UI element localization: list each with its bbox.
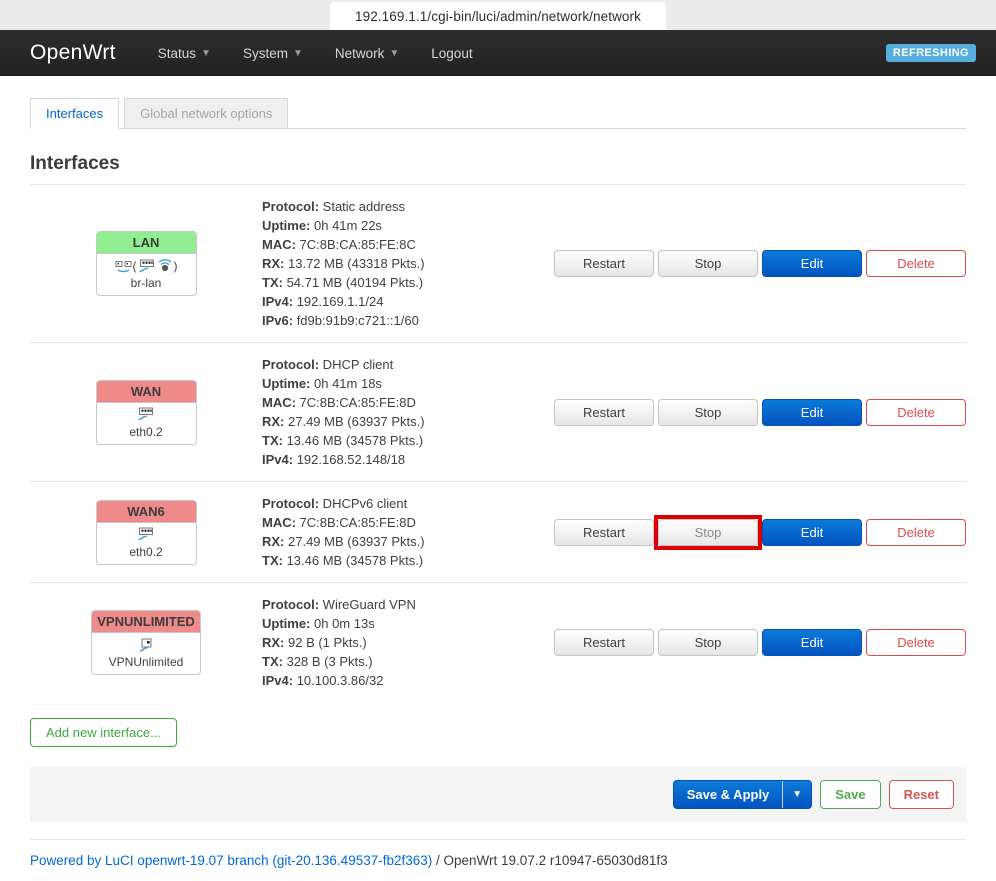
paren-text: ) bbox=[174, 259, 178, 273]
interface-icons: () bbox=[102, 258, 191, 274]
interface-details: Protocol: WireGuard VPNUptime: 0h 0m 13s… bbox=[262, 595, 554, 690]
stop-button[interactable]: Stop bbox=[658, 629, 758, 656]
interface-name-badge: VPNUNLIMITED bbox=[92, 611, 200, 633]
delete-button[interactable]: Delete bbox=[866, 629, 966, 656]
nav-item-logout[interactable]: Logout bbox=[431, 46, 472, 61]
action-panel: Save & Apply ▼ Save Reset bbox=[30, 767, 966, 822]
tab-bar: Interfaces Global network options bbox=[30, 98, 966, 129]
chevron-down-icon: ▼ bbox=[389, 48, 399, 59]
interface-status-box: VPNUNLIMITED VPNUnlimited bbox=[91, 610, 201, 675]
interface-row: VPNUNLIMITED VPNUnlimited Protocol: Wire… bbox=[30, 583, 966, 702]
save-apply-button[interactable]: Save & Apply ▼ bbox=[673, 780, 813, 809]
interface-details: Protocol: Static addressUptime: 0h 41m 2… bbox=[262, 197, 554, 330]
top-navbar: OpenWrt Status ▼ System ▼ Network ▼ Logo… bbox=[0, 30, 996, 76]
interface-device-label: VPNUnlimited bbox=[97, 655, 195, 669]
interface-detail-line: IPv4: 192.169.1.1/24 bbox=[262, 292, 554, 311]
edit-button[interactable]: Edit bbox=[762, 250, 862, 277]
wifi-icon bbox=[157, 259, 173, 273]
edit-button[interactable]: Edit bbox=[762, 629, 862, 656]
bridge-icon bbox=[115, 259, 132, 273]
interface-detail-line: Protocol: Static address bbox=[262, 197, 554, 216]
nav-item-status[interactable]: Status ▼ bbox=[158, 46, 211, 61]
openwrt-logo: OpenWrt bbox=[30, 41, 116, 65]
interface-detail-line: MAC: 7C:8B:CA:85:FE:8D bbox=[262, 513, 554, 532]
chevron-down-icon: ▼ bbox=[293, 48, 303, 59]
delete-button[interactable]: Delete bbox=[866, 519, 966, 546]
interface-detail-line: Protocol: WireGuard VPN bbox=[262, 595, 554, 614]
tunnel-icon bbox=[138, 638, 154, 653]
interface-detail-line: RX: 13.72 MB (43318 Pkts.) bbox=[262, 254, 554, 273]
chevron-down-icon: ▼ bbox=[201, 48, 211, 59]
interface-detail-line: Uptime: 0h 41m 22s bbox=[262, 216, 554, 235]
delete-button[interactable]: Delete bbox=[866, 250, 966, 277]
delete-button[interactable]: Delete bbox=[866, 399, 966, 426]
page-title: Interfaces bbox=[30, 153, 966, 175]
interface-detail-line: MAC: 7C:8B:CA:85:FE:8D bbox=[262, 393, 554, 412]
interface-icons bbox=[97, 637, 195, 653]
interface-status-box: WAN eth0.2 bbox=[96, 380, 197, 445]
main-content: Interfaces Global network options Interf… bbox=[0, 98, 996, 881]
interface-name-badge: LAN bbox=[97, 232, 196, 254]
interface-icons bbox=[102, 407, 191, 423]
nav-item-system[interactable]: System ▼ bbox=[243, 46, 303, 61]
interface-row: WAN6 eth0.2 Protocol: DHCPv6 clientMAC: … bbox=[30, 482, 966, 583]
interface-status-box: WAN6 eth0.2 bbox=[96, 500, 197, 565]
interface-details: Protocol: DHCP clientUptime: 0h 41m 18sM… bbox=[262, 355, 554, 469]
paren-text: ( bbox=[133, 259, 137, 273]
interface-detail-line: IPv4: 192.168.52.148/18 bbox=[262, 450, 554, 469]
stop-button[interactable]: Stop bbox=[658, 399, 758, 426]
interface-detail-line: MAC: 7C:8B:CA:85:FE:8C bbox=[262, 235, 554, 254]
interface-detail-line: Protocol: DHCP client bbox=[262, 355, 554, 374]
address-bar[interactable]: 192.169.1.1/cgi-bin/luci/admin/network/n… bbox=[330, 2, 666, 30]
add-new-interface-button[interactable]: Add new interface... bbox=[30, 718, 177, 747]
interface-status-box: LAN () br-lan bbox=[96, 231, 197, 296]
interface-detail-line: RX: 27.49 MB (63937 Pkts.) bbox=[262, 532, 554, 551]
tab-global-network-options[interactable]: Global network options bbox=[124, 98, 288, 129]
edit-button[interactable]: Edit bbox=[762, 519, 862, 546]
interface-details: Protocol: DHCPv6 clientMAC: 7C:8B:CA:85:… bbox=[262, 494, 554, 570]
browser-url-strip: 192.169.1.1/cgi-bin/luci/admin/network/n… bbox=[0, 0, 996, 30]
stop-button[interactable]: Stop bbox=[658, 519, 758, 546]
nav-item-network[interactable]: Network ▼ bbox=[335, 46, 399, 61]
switch-icon bbox=[138, 259, 156, 274]
tab-interfaces[interactable]: Interfaces bbox=[30, 98, 119, 129]
interface-detail-line: Uptime: 0h 41m 18s bbox=[262, 374, 554, 393]
interfaces-list: LAN () br-lan Protocol: Static addressUp… bbox=[30, 185, 966, 702]
switch-icon bbox=[137, 527, 155, 542]
refreshing-badge: REFRESHING bbox=[886, 44, 976, 62]
interface-detail-line: RX: 27.49 MB (63937 Pkts.) bbox=[262, 412, 554, 431]
edit-button[interactable]: Edit bbox=[762, 399, 862, 426]
interface-device-label: br-lan bbox=[102, 276, 191, 290]
nav-menu: Status ▼ System ▼ Network ▼ Logout bbox=[158, 46, 886, 61]
interface-row: WAN eth0.2 Protocol: DHCP clientUptime: … bbox=[30, 343, 966, 482]
interface-row: LAN () br-lan Protocol: Static addressUp… bbox=[30, 185, 966, 343]
interface-icons bbox=[102, 527, 191, 543]
interface-name-badge: WAN6 bbox=[97, 501, 196, 523]
interface-detail-line: Uptime: 0h 0m 13s bbox=[262, 614, 554, 633]
interface-detail-line: TX: 13.46 MB (34578 Pkts.) bbox=[262, 431, 554, 450]
interface-detail-line: TX: 328 B (3 Pkts.) bbox=[262, 652, 554, 671]
interface-device-label: eth0.2 bbox=[102, 545, 191, 559]
interface-detail-line: IPv6: fd9b:91b9:c721::1/60 bbox=[262, 311, 554, 330]
footer: Powered by LuCI openwrt-19.07 branch (gi… bbox=[30, 839, 966, 881]
interface-name-badge: WAN bbox=[97, 381, 196, 403]
restart-button[interactable]: Restart bbox=[554, 519, 654, 546]
interface-detail-line: TX: 54.71 MB (40194 Pkts.) bbox=[262, 273, 554, 292]
reset-button[interactable]: Reset bbox=[889, 780, 954, 809]
interface-detail-line: IPv4: 10.100.3.86/32 bbox=[262, 671, 554, 690]
interface-detail-line: Protocol: DHCPv6 client bbox=[262, 494, 554, 513]
restart-button[interactable]: Restart bbox=[554, 399, 654, 426]
restart-button[interactable]: Restart bbox=[554, 250, 654, 277]
interface-detail-line: TX: 13.46 MB (34578 Pkts.) bbox=[262, 551, 554, 570]
switch-icon bbox=[137, 407, 155, 422]
restart-button[interactable]: Restart bbox=[554, 629, 654, 656]
save-apply-dropdown-caret[interactable]: ▼ bbox=[782, 781, 811, 808]
interface-device-label: eth0.2 bbox=[102, 425, 191, 439]
save-button[interactable]: Save bbox=[820, 780, 880, 809]
interface-detail-line: RX: 92 B (1 Pkts.) bbox=[262, 633, 554, 652]
stop-button[interactable]: Stop bbox=[658, 250, 758, 277]
